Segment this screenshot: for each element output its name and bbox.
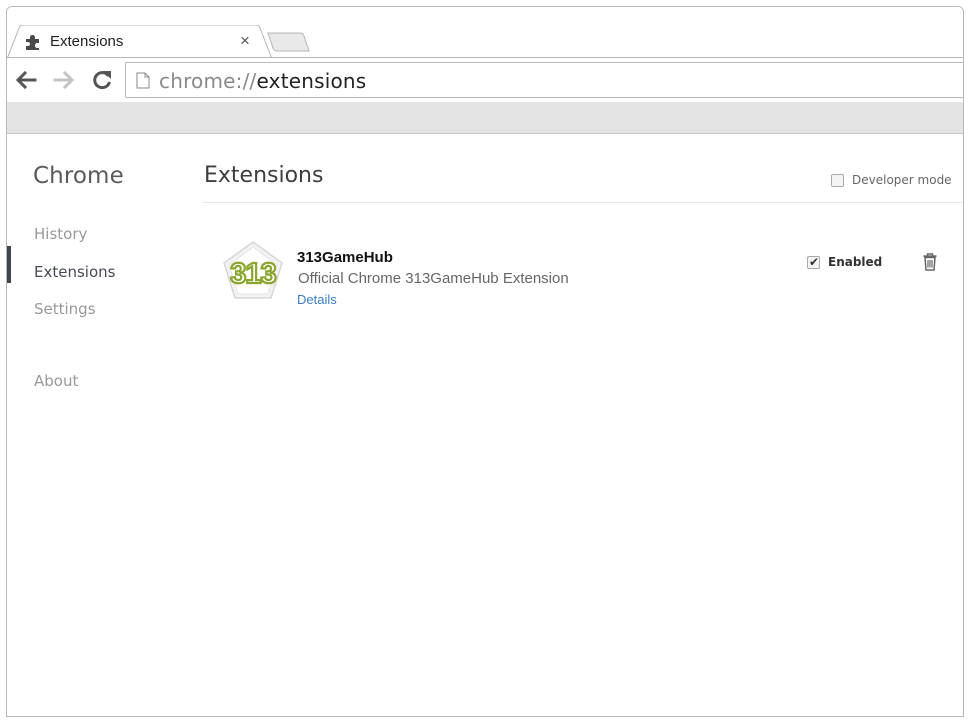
extension-logo-text: 313: [230, 258, 276, 290]
sidebar: Chrome History Extensions Settings About: [7, 135, 185, 716]
tab-title: Extensions: [50, 33, 124, 50]
sidebar-item-extensions[interactable]: Extensions: [34, 263, 115, 281]
page-title: Extensions: [204, 163, 324, 188]
active-tab[interactable]: [7, 25, 275, 59]
address-bar[interactable]: chrome://extensions: [125, 62, 963, 98]
extension-description: Official Chrome 313GameHub Extension: [298, 270, 569, 287]
arrow-right-icon[interactable]: [51, 67, 77, 93]
sidebar-item-about[interactable]: About: [34, 372, 78, 390]
selected-item-marker: [7, 246, 11, 283]
url-scheme: chrome://: [159, 69, 257, 93]
developer-mode-label: Developer mode: [852, 173, 952, 187]
sidebar-item-settings[interactable]: Settings: [34, 300, 96, 318]
puzzle-piece-icon: [26, 35, 39, 50]
reload-icon[interactable]: [89, 67, 115, 93]
header-divider: [203, 202, 963, 203]
tab-strip: Extensions ×: [7, 7, 963, 59]
url-host: extensions: [256, 69, 367, 93]
browser-window: Extensions × chrome://extensions Chrome …: [6, 6, 964, 717]
extension-name: 313GameHub: [297, 249, 393, 266]
enabled-label: Enabled: [828, 255, 883, 269]
developer-mode-checkbox[interactable]: [831, 174, 844, 187]
new-tab-button[interactable]: [267, 32, 311, 52]
extension-item: 313 313GameHub Official Chrome 313GameHu…: [221, 240, 951, 320]
sidebar-item-history[interactable]: History: [34, 225, 87, 243]
arrow-left-icon[interactable]: [13, 67, 39, 93]
bookmark-bar: [7, 102, 963, 134]
checkmark-icon: ✔: [809, 255, 820, 269]
page-icon: [136, 72, 150, 89]
enabled-checkbox[interactable]: ✔: [807, 255, 820, 269]
sidebar-title: Chrome: [33, 163, 124, 189]
trash-icon[interactable]: [922, 253, 938, 271]
extension-details-link[interactable]: Details: [297, 292, 337, 307]
address-text: chrome://extensions: [159, 69, 366, 93]
close-tab-icon[interactable]: ×: [237, 31, 253, 51]
extension-logo-icon: 313: [223, 241, 283, 299]
main-content: Extensions Developer mode 313 313GameHub…: [185, 135, 963, 716]
